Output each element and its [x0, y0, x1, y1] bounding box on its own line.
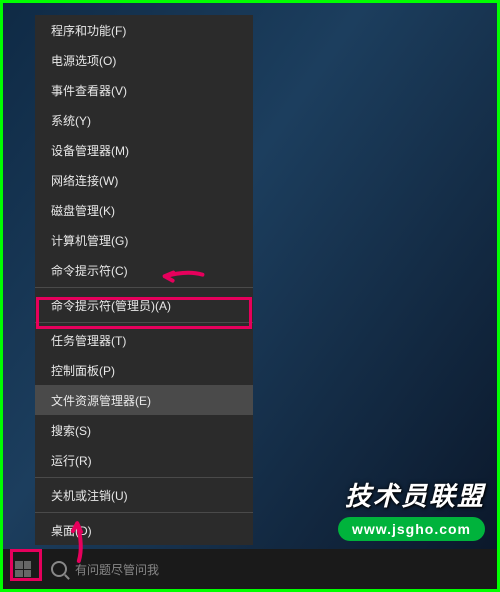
menu-label: 命令提示符(C) [51, 262, 128, 279]
menu-item-shutdown-signout[interactable]: 关机或注销(U) [35, 480, 253, 510]
watermark-title: 技术员联盟 [338, 476, 485, 513]
start-button[interactable] [3, 549, 43, 589]
menu-label: 运行(R) [51, 452, 92, 469]
menu-label: 桌面(D) [51, 522, 92, 539]
menu-label: 磁盘管理(K) [51, 202, 115, 219]
search-placeholder-text: 有问题尽管问我 [75, 561, 159, 578]
menu-item-run[interactable]: 运行(R) [35, 445, 253, 475]
menu-item-network-connections[interactable]: 网络连接(W) [35, 165, 253, 195]
menu-item-command-prompt-admin[interactable]: 命令提示符(管理员)(A) [35, 290, 253, 320]
menu-label: 事件查看器(V) [51, 82, 127, 99]
menu-item-search[interactable]: 搜索(S) [35, 415, 253, 445]
menu-label: 关机或注销(U) [51, 487, 128, 504]
menu-label: 网络连接(W) [51, 172, 118, 189]
menu-item-programs-features[interactable]: 程序和功能(F) [35, 15, 253, 45]
menu-separator [35, 512, 253, 513]
cortana-search-box[interactable]: 有问题尽管问我 [43, 549, 167, 589]
menu-item-power-options[interactable]: 电源选项(O) [35, 45, 253, 75]
watermark: 技术员联盟 www.jsgho.com [338, 476, 485, 541]
watermark-url: www.jsgho.com [338, 517, 485, 541]
taskbar: 有问题尽管问我 [3, 549, 497, 589]
menu-label: 任务管理器(T) [51, 332, 126, 349]
menu-label: 系统(Y) [51, 112, 91, 129]
menu-label: 计算机管理(G) [51, 232, 128, 249]
menu-item-file-explorer[interactable]: 文件资源管理器(E) [35, 385, 253, 415]
menu-label: 命令提示符(管理员)(A) [51, 297, 171, 314]
menu-item-task-manager[interactable]: 任务管理器(T) [35, 325, 253, 355]
menu-label: 搜索(S) [51, 422, 91, 439]
menu-item-system[interactable]: 系统(Y) [35, 105, 253, 135]
cortana-circle-icon [51, 561, 67, 577]
menu-item-command-prompt[interactable]: 命令提示符(C) [35, 255, 253, 285]
menu-label: 程序和功能(F) [51, 22, 126, 39]
menu-item-event-viewer[interactable]: 事件查看器(V) [35, 75, 253, 105]
windows-icon [15, 561, 31, 577]
menu-separator [35, 287, 253, 288]
menu-label: 文件资源管理器(E) [51, 392, 151, 409]
menu-separator [35, 477, 253, 478]
menu-item-disk-management[interactable]: 磁盘管理(K) [35, 195, 253, 225]
menu-item-computer-management[interactable]: 计算机管理(G) [35, 225, 253, 255]
menu-item-desktop[interactable]: 桌面(D) [35, 515, 253, 545]
menu-label: 设备管理器(M) [51, 142, 129, 159]
menu-label: 电源选项(O) [51, 52, 116, 69]
menu-separator [35, 322, 253, 323]
menu-item-device-manager[interactable]: 设备管理器(M) [35, 135, 253, 165]
menu-item-control-panel[interactable]: 控制面板(P) [35, 355, 253, 385]
menu-label: 控制面板(P) [51, 362, 115, 379]
winx-context-menu: 程序和功能(F) 电源选项(O) 事件查看器(V) 系统(Y) 设备管理器(M)… [35, 15, 253, 545]
